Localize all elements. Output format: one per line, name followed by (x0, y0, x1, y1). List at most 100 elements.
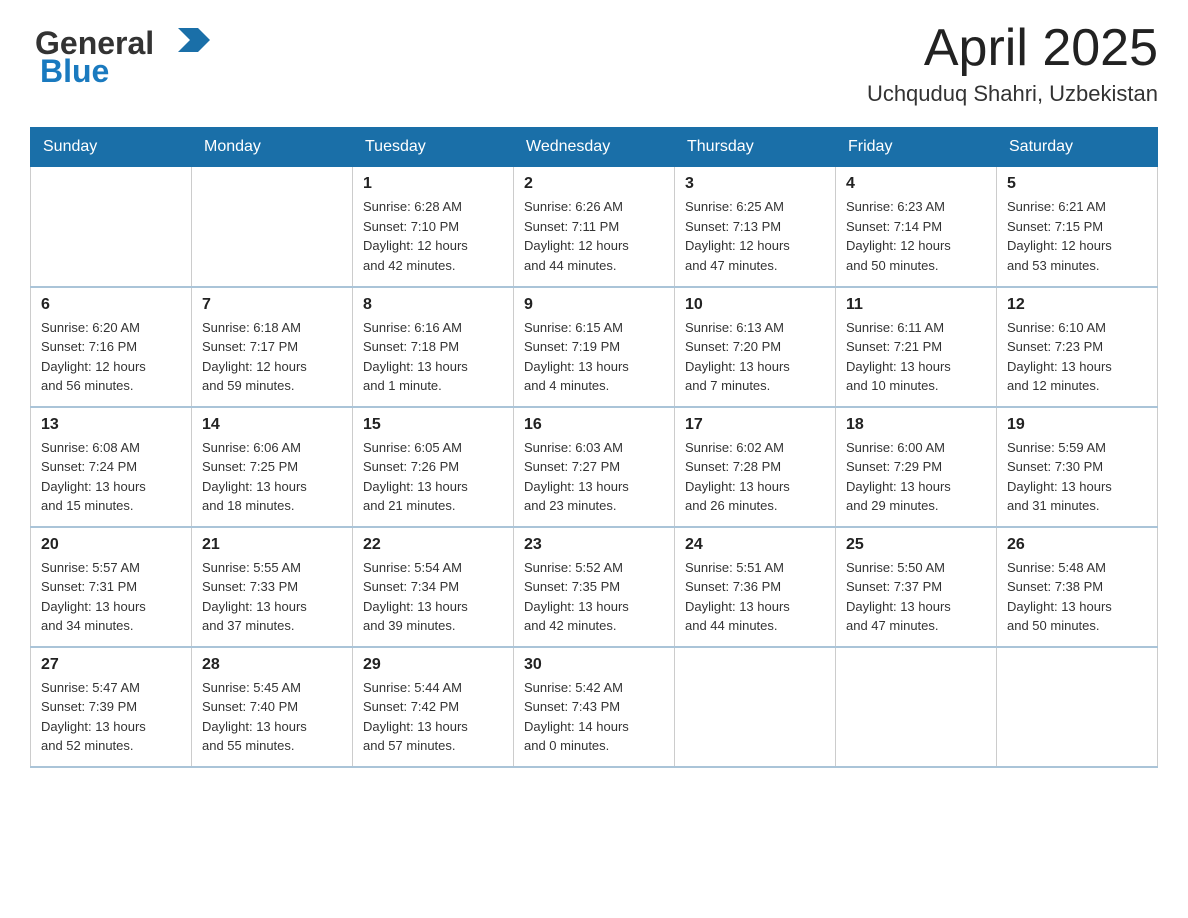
day-info: Sunrise: 6:03 AM Sunset: 7:27 PM Dayligh… (524, 438, 664, 516)
day-number: 6 (41, 296, 181, 314)
calendar-cell: 14 Sunrise: 6:06 AM Sunset: 7:25 PM Dayli… (192, 407, 353, 527)
day-info: Sunrise: 5:52 AM Sunset: 7:35 PM Dayligh… (524, 558, 664, 636)
calendar-cell: 19 Sunrise: 5:59 AM Sunset: 7:30 PM Dayli… (997, 407, 1158, 527)
day-number: 21 (202, 536, 342, 554)
day-info: Sunrise: 6:25 AM Sunset: 7:13 PM Dayligh… (685, 197, 825, 275)
calendar-cell (31, 167, 192, 287)
day-number: 1 (363, 175, 503, 193)
day-number: 29 (363, 656, 503, 674)
day-info: Sunrise: 5:57 AM Sunset: 7:31 PM Dayligh… (41, 558, 181, 636)
day-number: 13 (41, 416, 181, 434)
calendar-cell: 11 Sunrise: 6:11 AM Sunset: 7:21 PM Dayli… (836, 287, 997, 407)
day-info: Sunrise: 6:08 AM Sunset: 7:24 PM Dayligh… (41, 438, 181, 516)
calendar-cell (997, 647, 1158, 767)
day-number: 12 (1007, 296, 1147, 314)
generalblue-logo: GeneralBlue (30, 20, 230, 90)
day-number: 23 (524, 536, 664, 554)
logo: GeneralBlue (30, 20, 230, 90)
day-info: Sunrise: 5:44 AM Sunset: 7:42 PM Dayligh… (363, 678, 503, 756)
day-info: Sunrise: 5:55 AM Sunset: 7:33 PM Dayligh… (202, 558, 342, 636)
calendar-cell: 26 Sunrise: 5:48 AM Sunset: 7:38 PM Dayli… (997, 527, 1158, 647)
day-number: 16 (524, 416, 664, 434)
calendar-cell: 3 Sunrise: 6:25 AM Sunset: 7:13 PM Daylig… (675, 167, 836, 287)
calendar-cell: 9Sunrise: 6:15 AM Sunset: 7:19 PM Daylig… (514, 287, 675, 407)
page-header: GeneralBlue April 2025 Uchquduq Shahri, … (30, 20, 1158, 107)
calendar-cell: 21 Sunrise: 5:55 AM Sunset: 7:33 PM Dayli… (192, 527, 353, 647)
calendar-cell: 1 Sunrise: 6:28 AM Sunset: 7:10 PM Daylig… (353, 167, 514, 287)
calendar-cell: 5 Sunrise: 6:21 AM Sunset: 7:15 PM Daylig… (997, 167, 1158, 287)
calendar-cell: 22 Sunrise: 5:54 AM Sunset: 7:34 PM Dayli… (353, 527, 514, 647)
day-info: Sunrise: 6:16 AM Sunset: 7:18 PM Dayligh… (363, 318, 503, 396)
day-info: Sunrise: 5:50 AM Sunset: 7:37 PM Dayligh… (846, 558, 986, 636)
day-info: Sunrise: 6:20 AM Sunset: 7:16 PM Dayligh… (41, 318, 181, 396)
day-info: Sunrise: 6:00 AM Sunset: 7:29 PM Dayligh… (846, 438, 986, 516)
day-number: 24 (685, 536, 825, 554)
calendar-cell: 15Sunrise: 6:05 AM Sunset: 7:26 PM Dayli… (353, 407, 514, 527)
day-number: 14 (202, 416, 342, 434)
day-number: 4 (846, 175, 986, 193)
day-number: 30 (524, 656, 664, 674)
calendar-cell: 13 Sunrise: 6:08 AM Sunset: 7:24 PM Dayli… (31, 407, 192, 527)
weekday-header-wednesday: Wednesday (514, 128, 675, 167)
day-info: Sunrise: 5:42 AM Sunset: 7:43 PM Dayligh… (524, 678, 664, 756)
weekday-header-friday: Friday (836, 128, 997, 167)
day-number: 9 (524, 296, 664, 314)
day-info: Sunrise: 5:59 AM Sunset: 7:30 PM Dayligh… (1007, 438, 1147, 516)
day-number: 5 (1007, 175, 1147, 193)
day-number: 11 (846, 296, 986, 314)
weekday-header-row: SundayMondayTuesdayWednesdayThursdayFrid… (31, 128, 1158, 167)
month-title: April 2025 (867, 20, 1158, 77)
day-number: 3 (685, 175, 825, 193)
day-number: 8 (363, 296, 503, 314)
day-number: 17 (685, 416, 825, 434)
day-number: 22 (363, 536, 503, 554)
calendar-body: 1 Sunrise: 6:28 AM Sunset: 7:10 PM Daylig… (31, 167, 1158, 767)
weekday-header-sunday: Sunday (31, 128, 192, 167)
calendar-cell: 17 Sunrise: 6:02 AM Sunset: 7:28 PM Dayli… (675, 407, 836, 527)
calendar-cell: 16 Sunrise: 6:03 AM Sunset: 7:27 PM Dayli… (514, 407, 675, 527)
day-info: Sunrise: 6:21 AM Sunset: 7:15 PM Dayligh… (1007, 197, 1147, 275)
calendar-cell: 23 Sunrise: 5:52 AM Sunset: 7:35 PM Dayli… (514, 527, 675, 647)
calendar-week-row: 13 Sunrise: 6:08 AM Sunset: 7:24 PM Dayli… (31, 407, 1158, 527)
calendar-cell: 10Sunrise: 6:13 AM Sunset: 7:20 PM Dayli… (675, 287, 836, 407)
day-info: Sunrise: 5:51 AM Sunset: 7:36 PM Dayligh… (685, 558, 825, 636)
day-number: 27 (41, 656, 181, 674)
calendar-cell: 29 Sunrise: 5:44 AM Sunset: 7:42 PM Dayli… (353, 647, 514, 767)
calendar-table: SundayMondayTuesdayWednesdayThursdayFrid… (30, 127, 1158, 768)
calendar-cell (836, 647, 997, 767)
day-number: 15 (363, 416, 503, 434)
calendar-cell: 4Sunrise: 6:23 AM Sunset: 7:14 PM Daylig… (836, 167, 997, 287)
day-number: 2 (524, 175, 664, 193)
day-info: Sunrise: 6:13 AM Sunset: 7:20 PM Dayligh… (685, 318, 825, 396)
calendar-cell (192, 167, 353, 287)
calendar-cell: 18Sunrise: 6:00 AM Sunset: 7:29 PM Dayli… (836, 407, 997, 527)
calendar-cell: 12 Sunrise: 6:10 AM Sunset: 7:23 PM Dayli… (997, 287, 1158, 407)
weekday-header-tuesday: Tuesday (353, 128, 514, 167)
calendar-week-row: 27Sunrise: 5:47 AM Sunset: 7:39 PM Dayli… (31, 647, 1158, 767)
day-info: Sunrise: 5:45 AM Sunset: 7:40 PM Dayligh… (202, 678, 342, 756)
day-info: Sunrise: 6:11 AM Sunset: 7:21 PM Dayligh… (846, 318, 986, 396)
calendar-cell: 20Sunrise: 5:57 AM Sunset: 7:31 PM Dayli… (31, 527, 192, 647)
day-number: 25 (846, 536, 986, 554)
location-title: Uchquduq Shahri, Uzbekistan (867, 81, 1158, 107)
day-info: Sunrise: 5:54 AM Sunset: 7:34 PM Dayligh… (363, 558, 503, 636)
calendar-cell: 27Sunrise: 5:47 AM Sunset: 7:39 PM Dayli… (31, 647, 192, 767)
calendar-cell: 6 Sunrise: 6:20 AM Sunset: 7:16 PM Daylig… (31, 287, 192, 407)
weekday-header-saturday: Saturday (997, 128, 1158, 167)
calendar-cell (675, 647, 836, 767)
calendar-cell: 7Sunrise: 6:18 AM Sunset: 7:17 PM Daylig… (192, 287, 353, 407)
day-info: Sunrise: 6:10 AM Sunset: 7:23 PM Dayligh… (1007, 318, 1147, 396)
day-number: 19 (1007, 416, 1147, 434)
day-info: Sunrise: 6:02 AM Sunset: 7:28 PM Dayligh… (685, 438, 825, 516)
calendar-cell: 2Sunrise: 6:26 AM Sunset: 7:11 PM Daylig… (514, 167, 675, 287)
calendar-cell: 24 Sunrise: 5:51 AM Sunset: 7:36 PM Dayli… (675, 527, 836, 647)
calendar-week-row: 20Sunrise: 5:57 AM Sunset: 7:31 PM Dayli… (31, 527, 1158, 647)
day-info: Sunrise: 6:28 AM Sunset: 7:10 PM Dayligh… (363, 197, 503, 275)
calendar-week-row: 6 Sunrise: 6:20 AM Sunset: 7:16 PM Daylig… (31, 287, 1158, 407)
day-number: 26 (1007, 536, 1147, 554)
day-number: 7 (202, 296, 342, 314)
day-info: Sunrise: 5:48 AM Sunset: 7:38 PM Dayligh… (1007, 558, 1147, 636)
calendar-week-row: 1 Sunrise: 6:28 AM Sunset: 7:10 PM Daylig… (31, 167, 1158, 287)
day-info: Sunrise: 6:06 AM Sunset: 7:25 PM Dayligh… (202, 438, 342, 516)
weekday-header-monday: Monday (192, 128, 353, 167)
